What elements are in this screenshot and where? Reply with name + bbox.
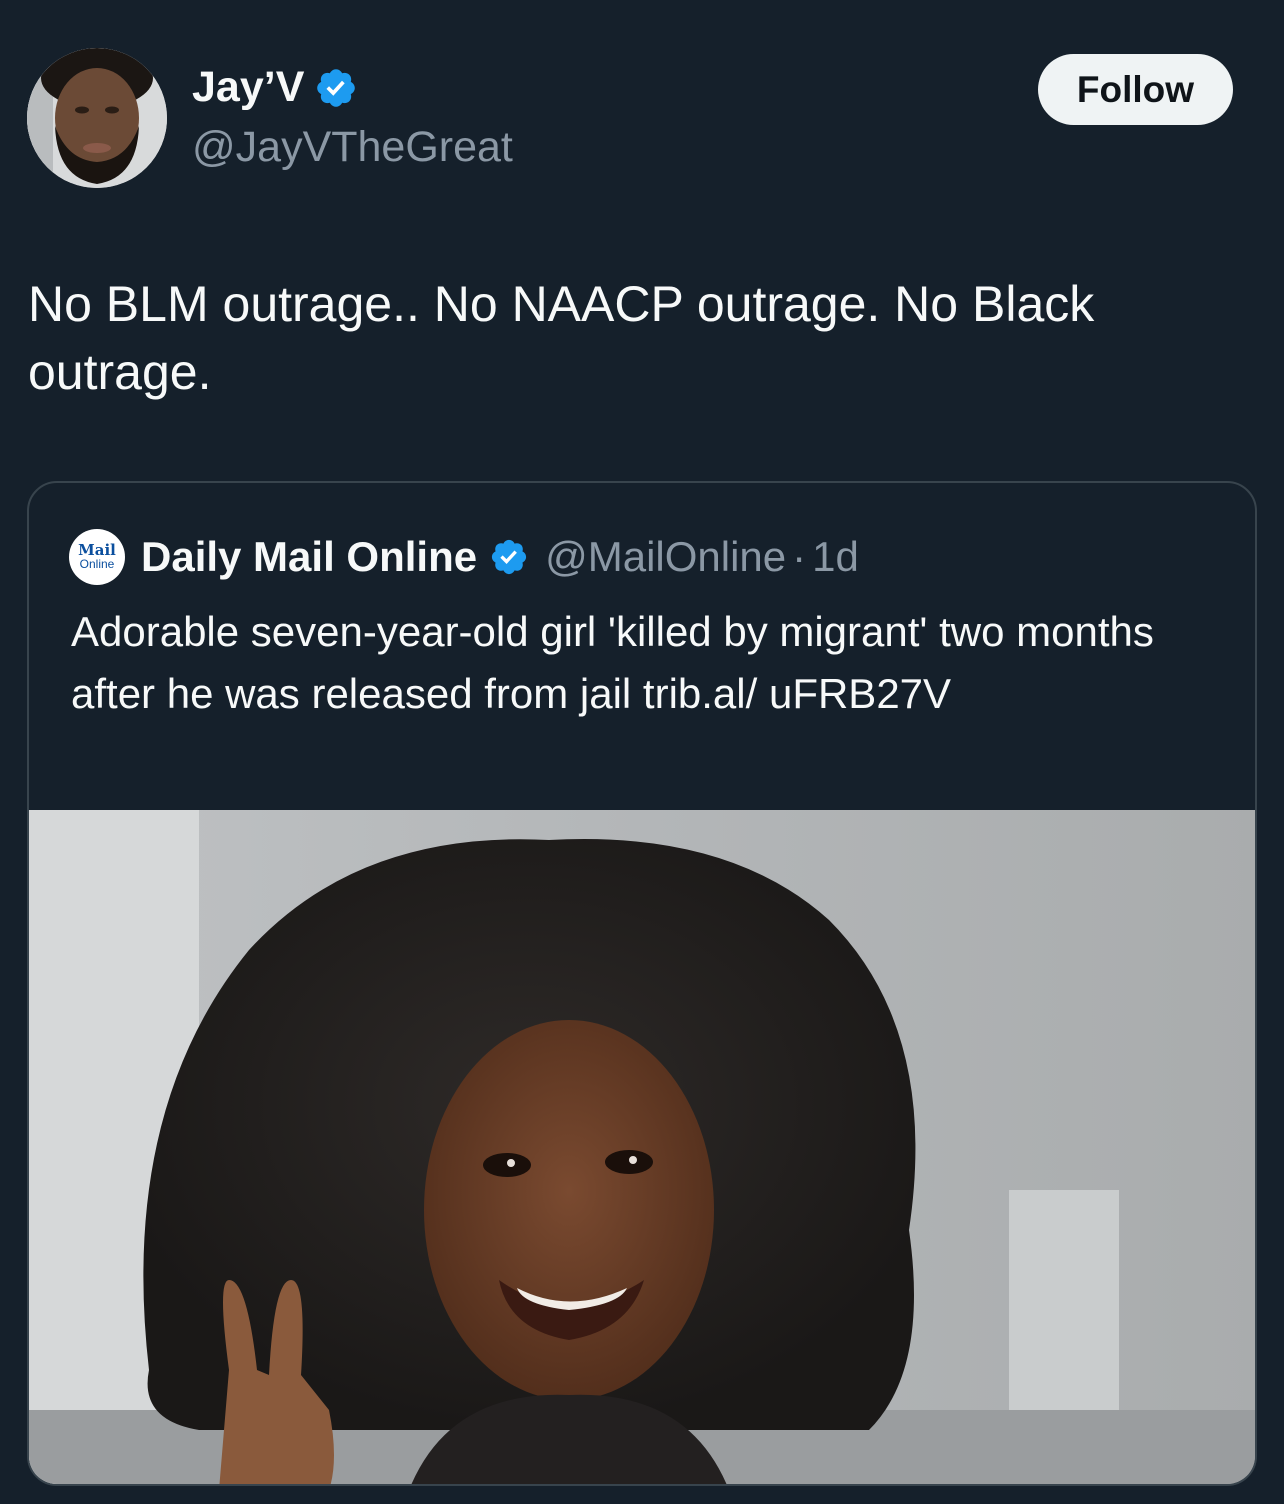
logo-line2: Online — [79, 557, 115, 571]
quoted-timestamp: 1d — [812, 533, 859, 580]
separator-dot: · — [792, 533, 807, 580]
mail-online-avatar[interactable]: Mail Online — [69, 529, 125, 585]
quoted-tweet-photo[interactable] — [29, 810, 1255, 1484]
quoted-handle: @MailOnline — [545, 533, 787, 580]
author-avatar[interactable] — [27, 48, 167, 188]
verified-badge-icon — [489, 537, 529, 577]
quoted-tweet-text: Adorable seven-year-old girl 'killed by … — [71, 608, 1154, 717]
author-display-name[interactable]: Jay’V — [192, 63, 304, 112]
tweet-text: No BLM outrage.. No NAACP outrage. No Bl… — [28, 276, 1095, 400]
logo-line1: Mail — [78, 541, 116, 559]
author-name-row: Jay’V — [192, 63, 358, 112]
author-handle[interactable]: @JayVTheGreat — [192, 123, 513, 172]
verified-badge-icon[interactable] — [314, 66, 358, 110]
follow-button[interactable]: Follow — [1038, 54, 1233, 125]
tweet: Jay’V @JayVTheGreat Follow No BLM outrag… — [0, 0, 1284, 1504]
quoted-display-name: Daily Mail Online — [141, 533, 478, 580]
quoted-tweet-header: Mail Online Daily Mail Online @MailOnlin… — [69, 529, 859, 585]
quoted-tweet-card[interactable]: Mail Online Daily Mail Online @MailOnlin… — [27, 481, 1257, 1486]
